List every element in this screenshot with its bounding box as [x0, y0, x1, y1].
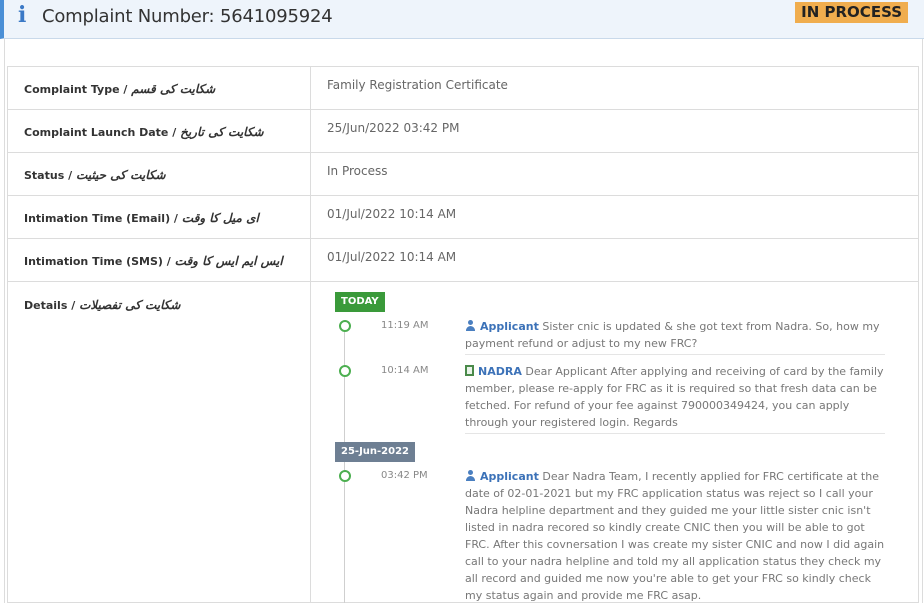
page-title: Complaint Number: 5641095924 — [42, 6, 333, 27]
row-value: 01/Jul/2022 10:14 AM — [327, 207, 457, 221]
timeline-dot — [339, 470, 351, 482]
row-value-cell: 25/Jun/2022 03:42 PM — [310, 109, 919, 153]
row-value: 01/Jul/2022 10:14 AM — [327, 250, 457, 264]
date-tag-today: TODAY — [335, 292, 385, 312]
row-label: Intimation Time (Email) / — [24, 212, 178, 225]
table-row: Intimation Time (SMS) / ایس ایم ایس کا و… — [7, 238, 919, 282]
row-value: 25/Jun/2022 03:42 PM — [327, 121, 460, 135]
timeline-dot — [339, 365, 351, 377]
entry-author: Applicant — [480, 320, 539, 333]
row-label-urdu: ایس ایم ایس کا وقت — [174, 254, 283, 268]
row-label: Intimation Time (SMS) / — [24, 255, 171, 268]
row-label: Status / — [24, 169, 73, 182]
table-row: Complaint Launch Date / شکایت کی تاریخ 2… — [7, 109, 919, 153]
entry-time: 11:19 AM — [381, 320, 429, 331]
entry-author: NADRA — [478, 365, 522, 378]
user-icon — [465, 470, 476, 481]
row-label-cell: Complaint Launch Date / شکایت کی تاریخ — [7, 109, 311, 153]
row-label-cell: Complaint Type / شکایت کی قسم — [7, 66, 311, 110]
complaint-details-table: Complaint Type / شکایت کی قسم Family Reg… — [7, 66, 919, 603]
timeline: TODAY 11:19 AM Applicant Sister cnic is … — [311, 282, 918, 603]
row-value: Family Registration Certificate — [327, 78, 508, 92]
row-label: Complaint Launch Date / — [24, 126, 177, 139]
timeline-cell: TODAY 11:19 AM Applicant Sister cnic is … — [310, 281, 919, 603]
row-label-urdu: شکایت کی تفصیلات — [79, 298, 181, 312]
row-label: Complaint Type / — [24, 83, 128, 96]
row-label-cell: Details / شکایت کی تفصیلات — [7, 281, 311, 603]
date-tag: 25-Jun-2022 — [335, 442, 416, 462]
timeline-dot — [339, 320, 351, 332]
row-label-urdu: ای میل کا وقت — [181, 211, 259, 225]
table-row-details: Details / شکایت کی تفصیلات TODAY 11:19 A… — [7, 281, 919, 603]
table-row: Complaint Type / شکایت کی قسم Family Reg… — [7, 66, 919, 110]
row-label-cell: Intimation Time (Email) / ای میل کا وقت — [7, 195, 311, 239]
table-row: Intimation Time (Email) / ای میل کا وقت … — [7, 195, 919, 239]
timeline-entry: Applicant Sister cnic is updated & she g… — [465, 318, 885, 355]
row-value-cell: In Process — [310, 152, 919, 196]
entry-text: Dear Applicant After applying and receiv… — [465, 365, 884, 429]
status-badge: IN PROCESS — [795, 2, 908, 23]
row-label-urdu: شکایت کی حیثیت — [75, 168, 166, 182]
info-icon: i — [18, 2, 27, 28]
entry-time: 10:14 AM — [381, 365, 429, 376]
row-value-cell: 01/Jul/2022 10:14 AM — [310, 238, 919, 282]
row-value: In Process — [327, 164, 388, 178]
entry-author: Applicant — [480, 470, 539, 483]
complaint-header: i Complaint Number: 5641095924 IN PROCES… — [0, 0, 924, 39]
row-label-urdu: شکایت کی قسم — [131, 82, 216, 96]
row-label-urdu: شکایت کی تاریخ — [180, 125, 264, 139]
table-row: Status / شکایت کی حیثیت In Process — [7, 152, 919, 196]
timeline-entry: Applicant Dear Nadra Team, I recently ap… — [465, 468, 885, 603]
nadra-icon — [465, 365, 474, 376]
row-label: Details / — [24, 299, 76, 312]
row-value-cell: 01/Jul/2022 10:14 AM — [310, 195, 919, 239]
entry-text: Dear Nadra Team, I recently applied for … — [465, 470, 885, 602]
user-icon — [465, 320, 476, 331]
timeline-entry: NADRA Dear Applicant After applying and … — [465, 363, 885, 434]
row-label-cell: Status / شکایت کی حیثیت — [7, 152, 311, 196]
row-label-cell: Intimation Time (SMS) / ایس ایم ایس کا و… — [7, 238, 311, 282]
entry-time: 03:42 PM — [381, 470, 428, 481]
row-value-cell: Family Registration Certificate — [310, 66, 919, 110]
